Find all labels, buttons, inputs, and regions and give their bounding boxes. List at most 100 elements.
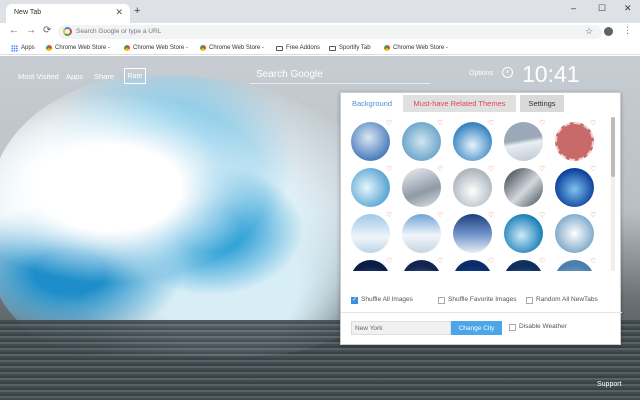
bookmark-label: Free Addons <box>286 45 321 51</box>
close-window-icon[interactable]: ✕ <box>624 4 632 13</box>
shuffle-favorite-checkbox[interactable] <box>438 297 445 304</box>
heart-icon[interactable]: ♡ <box>488 166 494 173</box>
grid-scrollbar[interactable] <box>611 117 615 271</box>
bookmark-label: Chrome Web Store - <box>393 45 448 51</box>
background-thumbnail[interactable] <box>555 260 594 271</box>
bookmark-label: Chrome Web Store - <box>209 45 264 51</box>
random-all-label: Random All NewTabs <box>536 296 598 303</box>
heart-icon[interactable]: ♡ <box>488 258 494 265</box>
bookmark-label: Apps <box>21 45 35 51</box>
background-thumbnail[interactable] <box>504 168 543 207</box>
background-thumbnail[interactable] <box>555 214 594 253</box>
bookmark-apps[interactable]: Apps <box>11 43 35 53</box>
theme-thumbnail[interactable] <box>555 122 594 161</box>
webstore-icon <box>384 45 390 51</box>
close-tab-icon[interactable]: ✕ <box>115 8 123 17</box>
heart-icon[interactable]: ♡ <box>437 258 443 265</box>
shuffle-all-label: Shuffle All Images <box>361 296 413 303</box>
new-tab-icon[interactable]: + <box>134 6 140 17</box>
bookmark-item[interactable]: Sportify Tab <box>329 43 371 53</box>
background-thumbnail[interactable] <box>453 168 492 207</box>
background-thumbnail[interactable] <box>504 214 543 253</box>
heart-icon[interactable]: ♡ <box>386 258 392 265</box>
apps-link[interactable]: Apps <box>66 72 83 81</box>
background-thumbnail[interactable] <box>453 260 492 271</box>
search-placeholder: Search Google <box>256 69 323 80</box>
background-thumbnail[interactable] <box>453 214 492 253</box>
iceberg-image <box>0 76 390 356</box>
heart-icon[interactable]: ♡ <box>437 212 443 219</box>
most-visited-link[interactable]: Most Visited <box>18 72 59 81</box>
tab-background[interactable]: Background <box>345 95 399 112</box>
random-all-checkbox[interactable] <box>526 297 533 304</box>
heart-icon[interactable]: ♡ <box>590 120 596 127</box>
search-input[interactable]: Search Google <box>250 66 430 84</box>
bookmark-star-icon[interactable]: ☆ <box>585 26 593 37</box>
heart-icon[interactable]: ♡ <box>437 166 443 173</box>
back-icon[interactable]: ← <box>9 25 19 37</box>
heart-icon[interactable]: ♡ <box>386 120 392 127</box>
options-link[interactable]: Options <box>469 70 493 77</box>
heart-icon[interactable]: ♡ <box>386 166 392 173</box>
reload-icon[interactable]: ⟳ <box>43 25 51 37</box>
clock-icon[interactable] <box>502 67 513 78</box>
bookmark-item[interactable]: Chrome Web Store - <box>124 43 188 53</box>
bookmark-label: Chrome Web Store - <box>133 45 188 51</box>
background-thumbnail[interactable] <box>402 260 441 271</box>
background-thumbnail[interactable] <box>504 122 543 161</box>
panel-tabs: Background Must-have Related Themes Sett… <box>341 93 622 113</box>
heart-icon[interactable]: ♡ <box>590 166 596 173</box>
heart-icon[interactable]: ♡ <box>539 212 545 219</box>
address-bar[interactable]: Search Google or type a URL <box>58 25 602 39</box>
rate-button[interactable]: Rate <box>124 68 146 84</box>
background-thumbnail[interactable] <box>555 168 594 207</box>
city-input[interactable]: New York <box>351 321 451 335</box>
change-city-button[interactable]: Change City <box>451 321 502 335</box>
toolbar: ← → ⟳ Search Google or type a URL <box>0 23 640 41</box>
disable-weather-label: Disable Weather <box>519 323 567 330</box>
scrollbar-thumb[interactable] <box>611 117 615 177</box>
share-link[interactable]: Share <box>94 72 114 81</box>
browser-tab[interactable]: New Tab ✕ <box>6 4 130 23</box>
background-thumbnail[interactable] <box>351 122 390 161</box>
forward-icon[interactable]: → <box>26 25 36 37</box>
background-thumbnail[interactable] <box>453 122 492 161</box>
webstore-icon <box>46 45 52 51</box>
background-thumbnail[interactable] <box>402 214 441 253</box>
support-link[interactable]: Support <box>597 381 622 388</box>
heart-icon[interactable]: ♡ <box>539 120 545 127</box>
bookmark-label: Sportify Tab <box>339 45 371 51</box>
heart-icon[interactable]: ♡ <box>539 258 545 265</box>
heart-icon[interactable]: ♡ <box>539 166 545 173</box>
maximize-icon[interactable]: ☐ <box>598 4 606 13</box>
bookmark-item[interactable]: Chrome Web Store - <box>46 43 110 53</box>
apps-grid-icon <box>11 44 18 52</box>
minimize-icon[interactable]: – <box>571 4 576 13</box>
heart-icon[interactable]: ♡ <box>590 212 596 219</box>
tab-title: New Tab <box>14 9 42 16</box>
background-thumbnail[interactable] <box>351 168 390 207</box>
background-thumbnail[interactable] <box>402 122 441 161</box>
heart-icon[interactable]: ♡ <box>386 212 392 219</box>
bookmark-item[interactable]: Chrome Web Store - <box>200 43 264 53</box>
clock-time: 10:41 <box>522 61 580 87</box>
bookmark-label: Chrome Web Store - <box>55 45 110 51</box>
webstore-icon <box>124 45 130 51</box>
shuffle-all-checkbox[interactable] <box>351 296 358 304</box>
heart-icon[interactable]: ♡ <box>437 120 443 127</box>
heart-icon[interactable]: ♡ <box>488 212 494 219</box>
bookmark-item[interactable]: Chrome Web Store - <box>384 43 448 53</box>
background-thumbnail[interactable] <box>351 214 390 253</box>
heart-icon[interactable]: ♡ <box>590 258 596 265</box>
tab-related-themes[interactable]: Must-have Related Themes <box>403 95 516 112</box>
tab-settings[interactable]: Settings <box>520 95 564 112</box>
background-thumbnail[interactable] <box>402 168 441 207</box>
profile-icon[interactable] <box>604 27 613 36</box>
bookmarks-bar: Apps Chrome Web Store - Chrome Web Store… <box>0 41 640 55</box>
background-thumbnail[interactable] <box>351 260 390 271</box>
heart-icon[interactable]: ♡ <box>488 120 494 127</box>
disable-weather-checkbox[interactable] <box>509 324 516 331</box>
bookmark-item[interactable]: Free Addons <box>276 43 320 53</box>
menu-icon[interactable]: ⋮ <box>623 25 632 36</box>
background-thumbnail[interactable] <box>504 260 543 271</box>
